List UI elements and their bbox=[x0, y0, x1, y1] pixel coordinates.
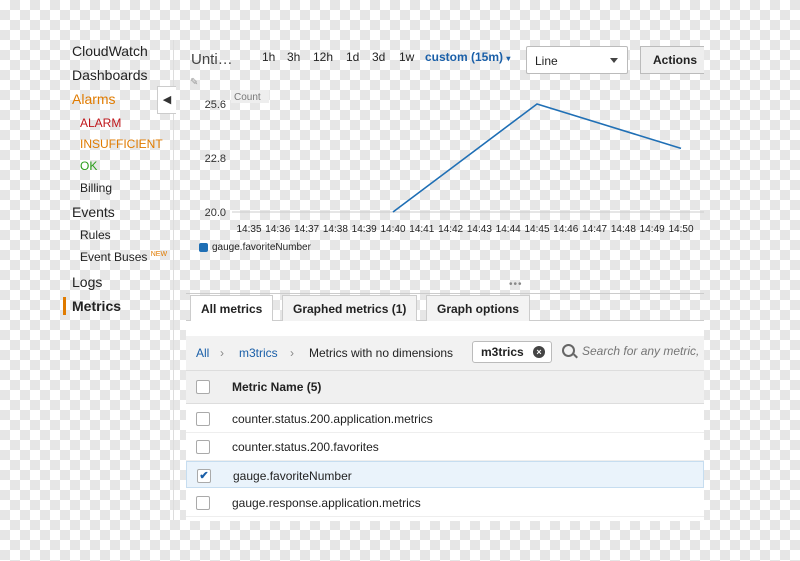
tab-graph-options[interactable]: Graph options bbox=[426, 295, 530, 321]
x-tick-label: 14:36 bbox=[265, 224, 290, 235]
table-header: Metric Name (5) bbox=[186, 370, 704, 404]
line-chart: Count 25.6 22.8 20.0 14:35 14:36 14:37 14:38 14:… bbox=[205, 90, 704, 235]
x-tick-label: 14:44 bbox=[496, 224, 521, 235]
table-row[interactable]: gauge.response.application.metrics bbox=[186, 489, 704, 517]
filter-token[interactable]: m3trics × bbox=[472, 341, 552, 363]
table-row[interactable]: ✔ gauge.favoriteNumber bbox=[186, 461, 704, 488]
header-count: (5) bbox=[306, 380, 322, 394]
x-tick-label: 14:38 bbox=[323, 224, 348, 235]
x-tick-label: 14:46 bbox=[553, 224, 578, 235]
row-checkbox[interactable] bbox=[196, 412, 210, 426]
table-row[interactable]: counter.status.200.application.metrics bbox=[186, 405, 704, 433]
y-tick-label: 20.0 bbox=[205, 207, 226, 219]
x-tick-label: 14:35 bbox=[236, 224, 261, 235]
metric-search[interactable] bbox=[558, 341, 706, 363]
metric-name-header[interactable]: Metric Name (5) bbox=[232, 380, 321, 394]
legend-swatch bbox=[199, 243, 208, 252]
row-checkbox[interactable] bbox=[196, 496, 210, 510]
breadcrumb-dimension: Metrics with no dimensions bbox=[309, 346, 454, 360]
tab-all-metrics[interactable]: All metrics bbox=[190, 295, 274, 321]
header-label: Metric Name bbox=[232, 380, 304, 394]
x-tick-label: 14:42 bbox=[438, 224, 463, 235]
search-icon bbox=[562, 344, 575, 357]
y-tick-label: 22.8 bbox=[205, 153, 226, 165]
series-line bbox=[392, 103, 682, 213]
tab-graphed-metrics[interactable]: Graphed metrics (1) bbox=[282, 295, 418, 321]
x-tick-label: 14:49 bbox=[640, 224, 665, 235]
x-tick-label: 14:40 bbox=[380, 224, 405, 235]
filter-token-label: m3trics bbox=[481, 345, 524, 359]
legend-label[interactable]: gauge.favoriteNumber bbox=[212, 242, 311, 253]
x-tick-label: 14:48 bbox=[611, 224, 636, 235]
chevron-right-icon: › bbox=[220, 346, 224, 360]
sidebar-item-logs[interactable]: Logs bbox=[72, 274, 102, 290]
metric-name: counter.status.200.favorites bbox=[232, 440, 379, 454]
resize-handle-icon[interactable]: ••• bbox=[509, 279, 523, 290]
table-row[interactable]: counter.status.200.favorites bbox=[186, 433, 704, 461]
sidebar-item-metrics[interactable]: Metrics bbox=[72, 298, 121, 314]
breadcrumb-all[interactable]: All bbox=[196, 346, 209, 360]
search-input[interactable] bbox=[580, 343, 706, 359]
metric-name: gauge.response.application.metrics bbox=[232, 496, 421, 510]
x-tick-label: 14:37 bbox=[294, 224, 319, 235]
y-tick-label: 25.6 bbox=[205, 99, 226, 111]
breadcrumb-namespace[interactable]: m3trics bbox=[239, 346, 278, 360]
y-axis-label: Count bbox=[234, 92, 261, 103]
selected-indicator bbox=[63, 297, 66, 315]
row-checkbox[interactable]: ✔ bbox=[197, 469, 211, 483]
select-all-checkbox[interactable] bbox=[196, 380, 210, 394]
chevron-right-icon: › bbox=[290, 346, 294, 360]
close-icon[interactable]: × bbox=[533, 346, 545, 358]
x-tick-label: 14:41 bbox=[409, 224, 434, 235]
metric-name: gauge.favoriteNumber bbox=[233, 469, 352, 483]
check-icon: ✔ bbox=[199, 470, 209, 482]
x-tick-label: 14:39 bbox=[352, 224, 377, 235]
x-tick-label: 14:50 bbox=[668, 224, 693, 235]
x-tick-label: 14:47 bbox=[582, 224, 607, 235]
row-checkbox[interactable] bbox=[196, 440, 210, 454]
panel-divider bbox=[186, 293, 704, 294]
x-tick-label: 14:45 bbox=[524, 224, 549, 235]
metric-name: counter.status.200.application.metrics bbox=[232, 412, 433, 426]
x-tick-label: 14:43 bbox=[467, 224, 492, 235]
